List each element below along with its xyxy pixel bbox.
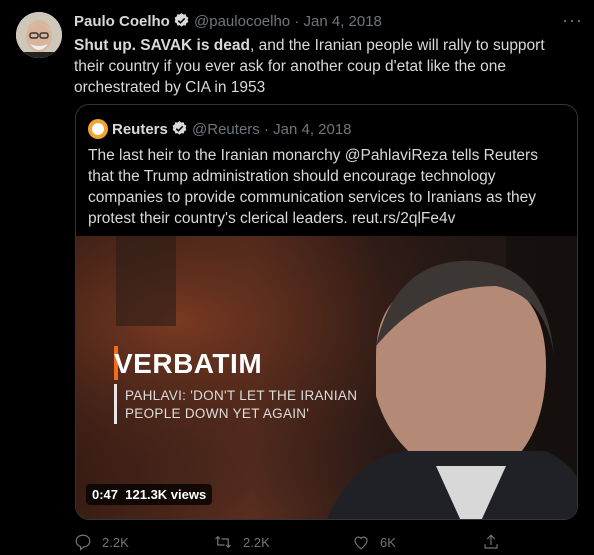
share-button[interactable] (482, 533, 510, 551)
retweet-icon (215, 535, 231, 549)
overlay-line-1: PAHLAVI: 'DON'T LET THE IRANIAN (125, 388, 358, 403)
tweet[interactable]: Paulo Coelho @paulocoelho · Jan 4, 2018 … (0, 0, 594, 554)
video-stats-badge: 0:47 121.3K views (86, 484, 213, 505)
author-handle[interactable]: @paulocoelho (194, 13, 290, 30)
overlay-subtitle: PAHLAVI: 'DON'T LET THE IRANIAN PEOPLE D… (125, 387, 357, 423)
quoted-tweet-header: Reuters @Reuters · Jan 4, 2018 (88, 119, 352, 141)
like-count: 6K (380, 535, 396, 550)
verified-icon (173, 12, 190, 33)
tweet-text: Shut up. SAVAK is dead, and the Iranian … (74, 35, 579, 98)
overlay-line-2: PEOPLE DOWN YET AGAIN' (125, 406, 310, 421)
reply-icon (75, 534, 91, 551)
quoted-tweet[interactable]: Reuters @Reuters · Jan 4, 2018 The last … (75, 104, 578, 520)
heart-icon (354, 536, 368, 550)
reply-count: 2.2K (102, 535, 129, 550)
video-duration: 0:47 (92, 487, 119, 502)
tweet-actions: 2.2K 2.2K 6K (74, 533, 574, 555)
overlay-divider (114, 384, 117, 424)
like-button[interactable]: 6K (352, 533, 396, 551)
more-options-icon[interactable]: ··· (562, 10, 583, 31)
quoted-author-name: Reuters (112, 121, 168, 138)
tweet-text-bold: Shut up. SAVAK is dead (74, 37, 250, 54)
overlay-title: VERBATIM (114, 348, 263, 379)
avatar[interactable] (16, 12, 62, 58)
author-name[interactable]: Paulo Coelho (74, 13, 170, 30)
share-icon (484, 534, 498, 549)
verified-icon (171, 120, 188, 141)
quoted-avatar (88, 119, 108, 139)
quoted-author-handle: @Reuters (192, 121, 260, 138)
avatar-image (16, 12, 62, 58)
video-views: 121.3K views (125, 487, 207, 502)
reply-button[interactable]: 2.2K (74, 533, 129, 551)
retweet-count: 2.2K (243, 535, 270, 550)
tweet-header: Paulo Coelho @paulocoelho · Jan 4, 2018 (74, 12, 382, 33)
quoted-tweet-text: The last heir to the Iranian monarchy @P… (88, 147, 538, 227)
separator: · (263, 121, 269, 138)
quoted-tweet-date: Jan 4, 2018 (273, 121, 352, 138)
retweet-button[interactable]: 2.2K (213, 533, 270, 551)
tweet-date[interactable]: Jan 4, 2018 (304, 13, 382, 30)
separator: · (294, 13, 300, 30)
video-player[interactable]: VERBATIM PAHLAVI: 'DON'T LET THE IRANIAN… (76, 236, 577, 519)
